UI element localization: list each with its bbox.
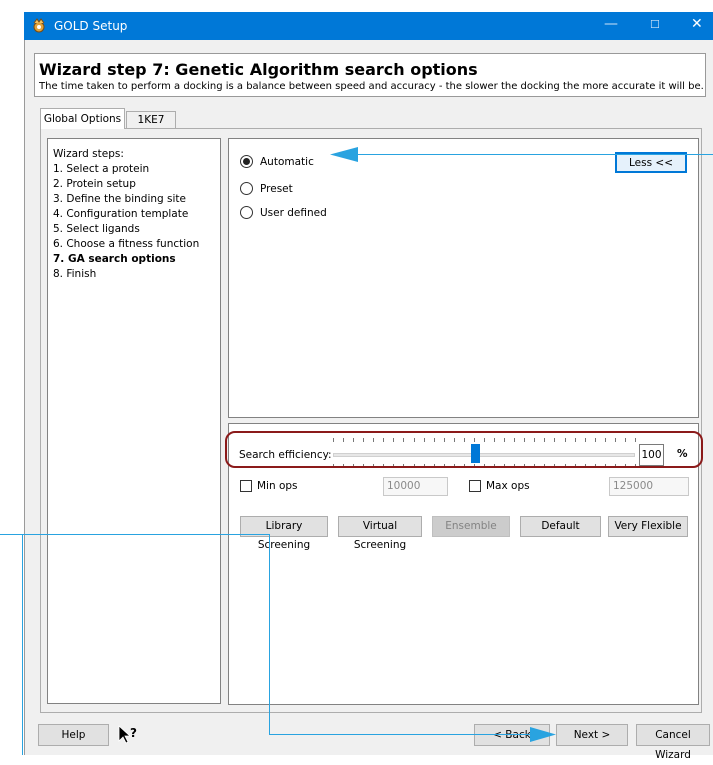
annotation-line-left — [0, 534, 270, 535]
radio-user-defined[interactable] — [240, 206, 253, 219]
min-ops-label: Min ops — [257, 480, 298, 492]
annotation-line-down — [269, 534, 270, 735]
search-mode-panel: Automatic Preset User defined Less << — [228, 138, 699, 418]
min-ops-checkbox[interactable] — [240, 480, 252, 492]
radio-preset[interactable] — [240, 182, 253, 195]
annotation-line-vertical-left — [22, 534, 23, 755]
minimize-icon[interactable]: — — [604, 16, 618, 32]
radio-automatic-label: Automatic — [260, 156, 314, 168]
help-button[interactable]: Help — [38, 724, 109, 746]
close-icon[interactable]: ✕ — [691, 16, 703, 32]
cancel-wizard-button[interactable]: Cancel Wizard — [636, 724, 710, 761]
wizard-header: Wizard step 7: Genetic Algorithm search … — [34, 53, 706, 97]
ensemble-button[interactable]: Ensemble — [432, 516, 510, 537]
radio-user-defined-label: User defined — [260, 207, 327, 219]
tab-global-options[interactable]: Global Options — [40, 108, 125, 129]
very-flexible-button[interactable]: Very Flexible — [608, 516, 688, 537]
wizard-steps-list: Wizard steps: 1. Select a protein 2. Pro… — [47, 138, 221, 704]
arrow-right-icon — [530, 727, 556, 745]
radio-automatic[interactable] — [240, 155, 253, 168]
less-button[interactable]: Less << — [615, 152, 687, 173]
step-item-current: 7. GA search options — [53, 253, 176, 265]
step-item: 3. Define the binding site — [53, 193, 186, 205]
page-title: Wizard step 7: Genetic Algorithm search … — [39, 60, 478, 79]
max-ops-field[interactable]: 125000 — [609, 477, 689, 496]
annotation-line-bottom — [269, 734, 553, 735]
efficiency-highlight — [225, 431, 703, 468]
virtual-screening-button[interactable]: Virtual Screening — [338, 516, 422, 551]
context-help-icon[interactable]: ? — [117, 725, 139, 748]
step-item: 1. Select a protein — [53, 163, 150, 175]
window-title: GOLD Setup — [54, 19, 128, 33]
min-ops-field[interactable]: 10000 — [383, 477, 448, 496]
window-titlebar: GOLD Setup — ☐ ✕ — [24, 12, 713, 40]
annotation-line-top — [355, 154, 713, 155]
next-button[interactable]: Next > — [556, 724, 628, 746]
step-item: 6. Choose a fitness function — [53, 238, 200, 250]
maximize-icon[interactable]: ☐ — [650, 18, 660, 31]
page-subtitle: The time taken to perform a docking is a… — [39, 81, 704, 92]
step-item: 8. Finish — [53, 268, 97, 280]
max-ops-label: Max ops — [486, 480, 530, 492]
step-item: 4. Configuration template — [53, 208, 189, 220]
steps-heading: Wizard steps: — [53, 148, 124, 160]
tab-1ke7[interactable]: 1KE7 — [126, 111, 176, 128]
arrow-left-icon — [330, 147, 358, 165]
radio-preset-label: Preset — [260, 183, 293, 195]
step-item: 2. Protein setup — [53, 178, 136, 190]
step-item: 5. Select ligands — [53, 223, 140, 235]
gold-app-icon — [31, 18, 47, 37]
default-button[interactable]: Default — [520, 516, 601, 537]
svg-text:?: ? — [130, 726, 137, 740]
max-ops-checkbox[interactable] — [469, 480, 481, 492]
